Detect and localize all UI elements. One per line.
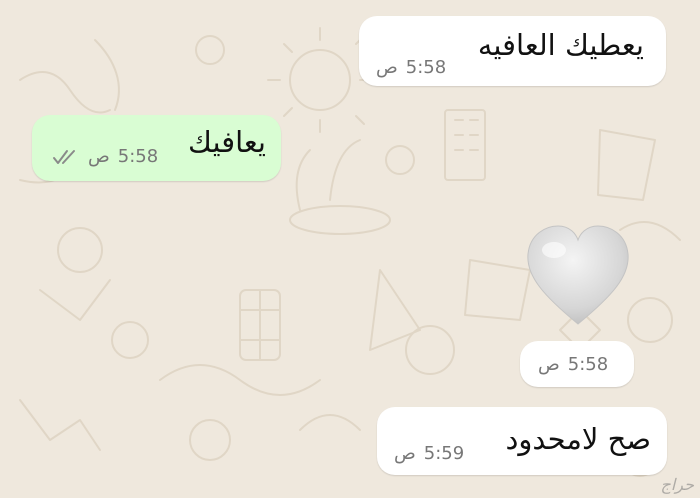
- message-ampm: ص: [394, 443, 416, 464]
- message-time: 5:59: [423, 443, 465, 464]
- message-timestamp: ص 5:58: [376, 57, 446, 78]
- message-bubble-outgoing[interactable]: يعافيك ص 5:58: [32, 115, 281, 181]
- message-ampm: ص: [376, 57, 398, 78]
- message-time: 5:58: [567, 354, 609, 375]
- message-text: صح لامحدود: [505, 422, 652, 456]
- message-timestamp: ص 5:58: [52, 146, 158, 167]
- message-bubble-incoming[interactable]: صح لامحدود ص 5:59: [377, 407, 667, 475]
- message-ampm: ص: [88, 146, 110, 167]
- message-text: يعافيك: [188, 125, 266, 159]
- message-ampm: ص: [538, 354, 560, 375]
- white-heart-emoji[interactable]: [524, 224, 632, 328]
- emoji-timestamp-pill: ص 5:58: [520, 341, 634, 387]
- message-timestamp: ص 5:59: [394, 443, 464, 464]
- message-time: 5:58: [117, 146, 159, 167]
- message-timestamp: ص 5:58: [538, 354, 608, 375]
- message-text: يعطيك العافيه: [477, 28, 644, 62]
- message-bubble-incoming[interactable]: يعطيك العافيه ص 5:58: [359, 16, 666, 86]
- double-check-icon: [53, 149, 75, 164]
- message-time: 5:58: [405, 57, 447, 78]
- watermark-logo: حراج: [660, 475, 695, 494]
